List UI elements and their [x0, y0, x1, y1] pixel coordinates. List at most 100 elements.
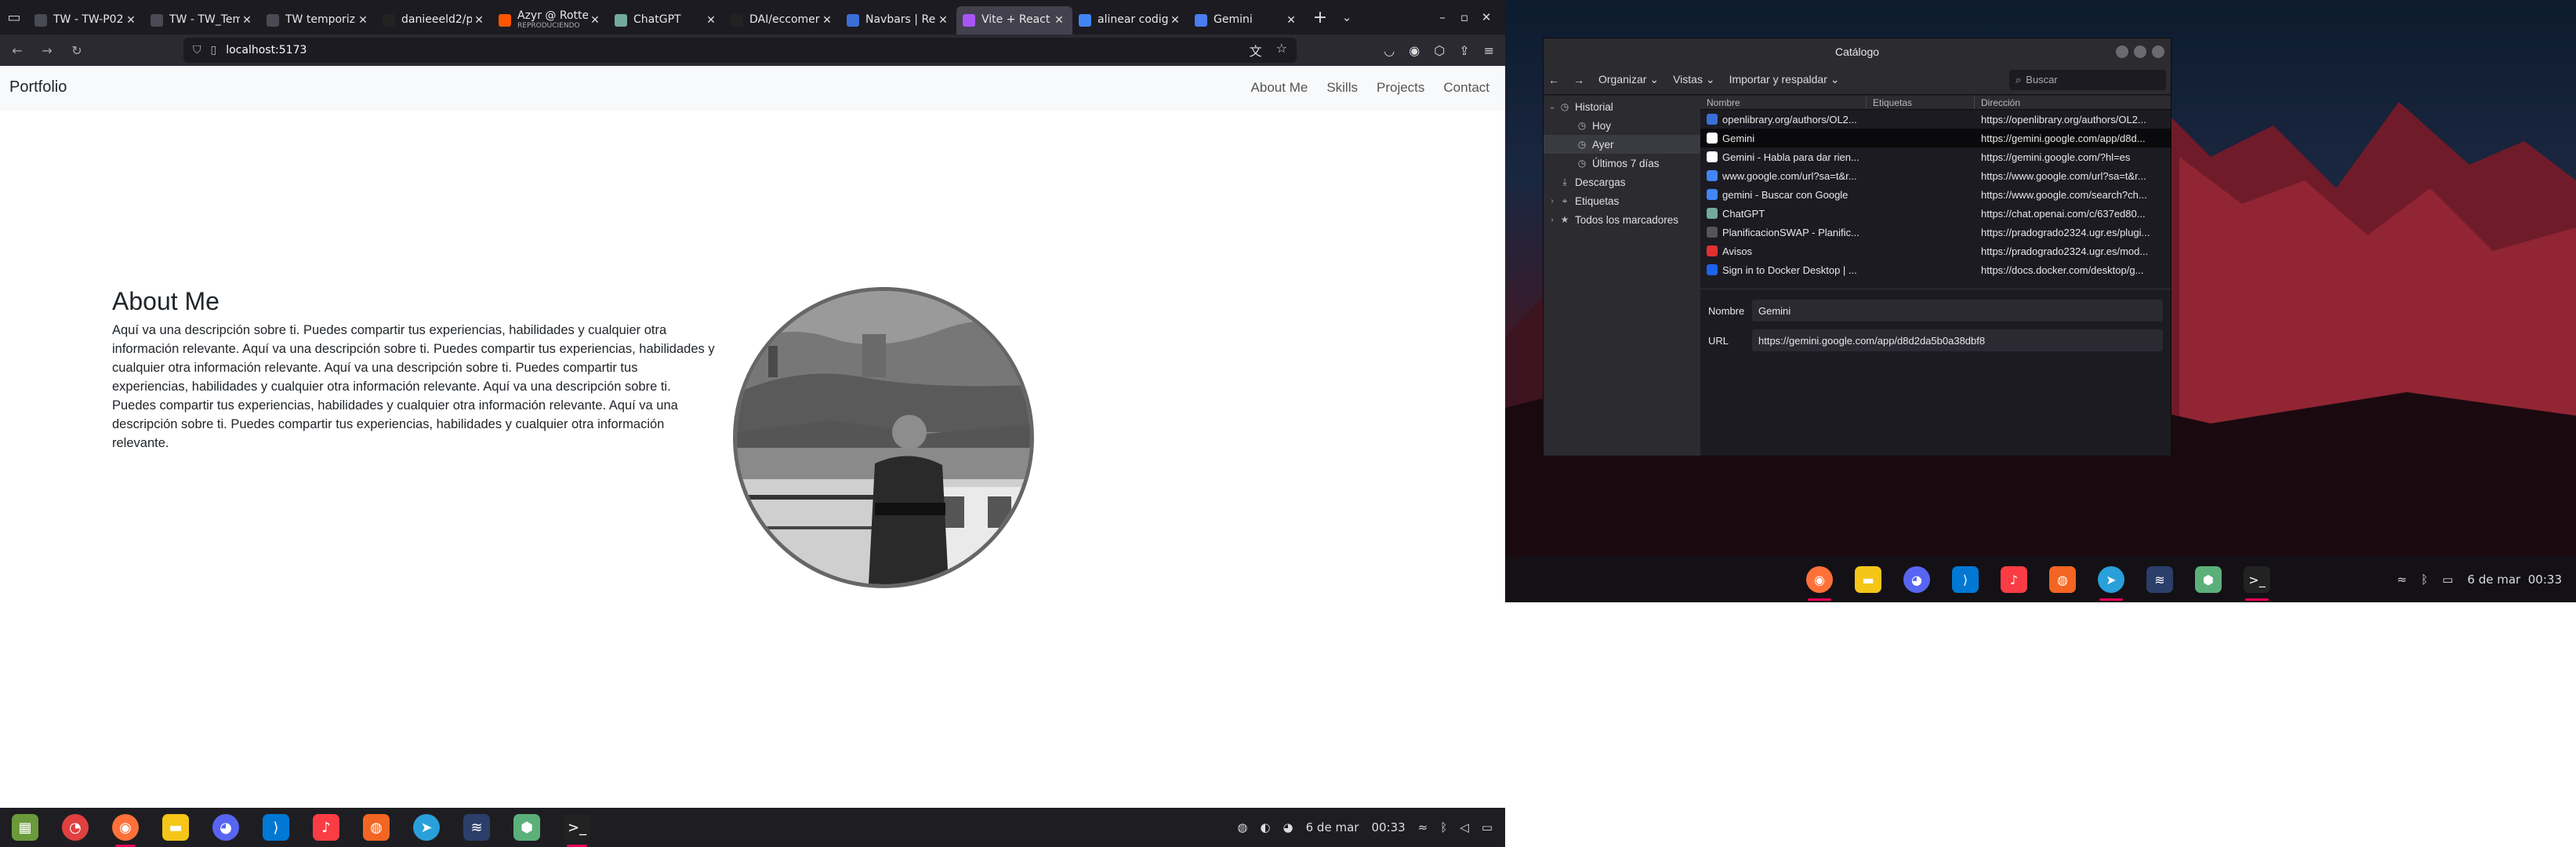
tab-close-icon[interactable]: ✕	[820, 14, 834, 27]
browser-tab[interactable]: danieeeld2/por✕	[376, 6, 492, 35]
dock-terminal-icon[interactable]: >_	[2244, 566, 2270, 601]
history-row[interactable]: Sign in to Docker Desktop | ... https://d…	[1700, 260, 2171, 279]
tab-close-icon[interactable]: ✕	[1168, 14, 1182, 27]
bookmark-star-icon[interactable]: ☆	[1276, 41, 1287, 60]
battery-icon[interactable]: ▭	[1482, 820, 1493, 834]
terminal-icon[interactable]: >_	[564, 814, 590, 847]
tab-close-icon[interactable]: ✕	[472, 14, 486, 27]
history-row[interactable]: gemini - Buscar con Google https://www.go…	[1700, 185, 2171, 204]
nav-link-skills[interactable]: Skills	[1326, 80, 1358, 96]
dock-music-icon[interactable]: ♪	[2001, 566, 2027, 593]
twisty-icon[interactable]: ⌄	[1547, 103, 1558, 111]
nav-link-projects[interactable]: Projects	[1377, 80, 1424, 96]
firefox-icon[interactable]: ◉	[112, 814, 139, 847]
new-tab-button[interactable]: +	[1304, 8, 1336, 27]
tab-close-icon[interactable]: ✕	[704, 14, 718, 27]
translate-icon[interactable]: 文	[1250, 41, 1262, 60]
win-maximize-icon[interactable]	[2134, 45, 2146, 58]
discord-tray-icon[interactable]: ◕	[1283, 820, 1293, 834]
url-field[interactable]: https://gemini.google.com/app/d8d2da5b0a…	[1752, 329, 2163, 351]
import-button[interactable]: Importar y respaldar ⌄	[1729, 73, 1840, 86]
browser-tab[interactable]: Vite + React ✕	[956, 6, 1072, 35]
minimize-icon[interactable]: –	[1431, 10, 1453, 24]
discord-icon[interactable]: ◕	[212, 814, 239, 841]
mail-icon[interactable]: ≋	[463, 814, 490, 841]
dock-folder-icon[interactable]: ▬	[1855, 566, 1881, 593]
url-bar[interactable]: ⛉ ▯ localhost:5173 文 ☆	[183, 38, 1297, 63]
shield-icon[interactable]: ⛉	[193, 44, 201, 56]
browser-tab[interactable]: Navbars | React✕	[840, 6, 956, 35]
browser-tab[interactable]: Gemini ✕	[1188, 6, 1304, 35]
tab-close-icon[interactable]: ✕	[1284, 14, 1298, 27]
forward-icon[interactable]: →	[34, 38, 60, 63]
maximize-icon[interactable]: ▫	[1453, 10, 1475, 24]
views-button[interactable]: Vistas ⌄	[1673, 73, 1715, 86]
dock-telegram-icon[interactable]: ➤	[2098, 566, 2124, 601]
browser-tab[interactable]: alinear codigo ✕	[1072, 6, 1188, 35]
organize-button[interactable]: Organizar ⌄	[1598, 73, 1659, 86]
music-icon[interactable]: ♪	[313, 814, 339, 841]
folder-icon[interactable]: ▬	[162, 814, 189, 841]
sidebar-item[interactable]: ◷ Últimos 7 días	[1544, 154, 1700, 173]
apps-icon[interactable]: ◔	[62, 814, 89, 841]
reload-icon[interactable]: ↻	[64, 38, 89, 63]
tab-close-icon[interactable]: ✕	[356, 14, 370, 27]
tab-close-icon[interactable]: ✕	[1052, 14, 1066, 27]
sidebar-item[interactable]: ◷ Ayer	[1544, 135, 1700, 154]
tab-list-icon[interactable]: ▭	[0, 0, 28, 35]
browser-tab[interactable]: DAI/eccomerce✕	[724, 6, 840, 35]
history-row[interactable]: openlibrary.org/authors/OL2... https://op…	[1700, 110, 2171, 129]
shield-app-icon[interactable]: ⬢	[513, 814, 540, 841]
history-row[interactable]: www.google.com/url?sa=t&r... https://www.…	[1700, 166, 2171, 185]
twisty-icon[interactable]: ›	[1547, 197, 1558, 205]
library-search[interactable]: ⌕ Buscar	[2009, 69, 2166, 90]
browser-tab[interactable]: TW temporizacion✕	[260, 6, 376, 35]
name-field[interactable]: Gemini	[1752, 300, 2163, 322]
history-row[interactable]: Avisos https://pradogrado2324.ugr.es/mod.…	[1700, 242, 2171, 260]
browser-tab[interactable]: TW - TW_TemasExa✕	[144, 6, 260, 35]
volume-icon[interactable]: ◁	[1460, 820, 1469, 834]
close-window-icon[interactable]: ✕	[1475, 10, 1497, 24]
account-icon[interactable]: ◉	[1409, 43, 1420, 58]
win-close-icon[interactable]	[2152, 45, 2164, 58]
tab-close-icon[interactable]: ✕	[588, 14, 602, 27]
dock-discord-icon[interactable]: ◕	[1903, 566, 1930, 593]
pocket-icon[interactable]: ◡	[1384, 43, 1395, 58]
store-icon[interactable]: ◍	[363, 814, 390, 841]
dock-vscode-icon[interactable]: ⟩	[1952, 566, 1979, 593]
dock-store-icon[interactable]: ◍	[2049, 566, 2076, 593]
sidebar-item[interactable]: ◷ Hoy	[1544, 116, 1700, 135]
back-icon[interactable]: ←	[5, 38, 30, 63]
sidebar-item[interactable]: › ⌖ Etiquetas	[1544, 191, 1700, 210]
dock-battery-icon[interactable]: ▭	[2442, 573, 2453, 587]
browser-tab[interactable]: TW - TW-P02-HTTP✕	[28, 6, 144, 35]
lib-back-icon[interactable]: ←	[1548, 74, 1559, 86]
nav-link-contact[interactable]: Contact	[1443, 80, 1489, 96]
history-row[interactable]: ChatGPT https://chat.openai.com/c/637ed80…	[1700, 204, 2171, 223]
tab-close-icon[interactable]: ✕	[124, 14, 138, 27]
share-icon[interactable]: ⇪	[1459, 43, 1469, 58]
wifi-icon[interactable]: ≈	[1418, 820, 1428, 834]
win-minimize-icon[interactable]	[2116, 45, 2128, 58]
col-address[interactable]: Dirección	[1975, 96, 2171, 109]
lib-forward-icon[interactable]: →	[1573, 74, 1584, 86]
history-row[interactable]: Gemini - Habla para dar rien... https://g…	[1700, 147, 2171, 166]
tab-overflow-icon[interactable]: ⌄	[1336, 10, 1358, 24]
dock-mail-icon[interactable]: ≋	[2146, 566, 2173, 593]
vscode-icon[interactable]: ⟩	[263, 814, 289, 841]
menu-icon[interactable]: ≡	[1484, 43, 1494, 58]
nav-link-about-me[interactable]: About Me	[1251, 80, 1308, 96]
sidebar-item[interactable]: › ★ Todos los marcadores	[1544, 210, 1700, 229]
extensions-icon[interactable]: ⬡	[1434, 43, 1445, 58]
bluetooth-icon[interactable]: ᛒ	[1440, 820, 1447, 834]
dock-bluetooth-icon[interactable]: ᛒ	[2421, 573, 2428, 587]
col-name[interactable]: Nombre	[1700, 96, 1867, 109]
col-tags[interactable]: Etiquetas	[1867, 96, 1975, 109]
tab-close-icon[interactable]: ✕	[936, 14, 950, 27]
browser-tab[interactable]: Azyr @ RotterdREPRODUCIENDO ✕	[492, 6, 608, 35]
dock-wifi-icon[interactable]: ≈	[2397, 573, 2407, 587]
history-row[interactable]: Gemini https://gemini.google.com/app/d8d.…	[1700, 129, 2171, 147]
twisty-icon[interactable]: ›	[1547, 216, 1558, 224]
sidebar-item[interactable]: ⤓ Descargas	[1544, 173, 1700, 191]
sidebar-item[interactable]: ⌄ ◷ Historial	[1544, 97, 1700, 116]
